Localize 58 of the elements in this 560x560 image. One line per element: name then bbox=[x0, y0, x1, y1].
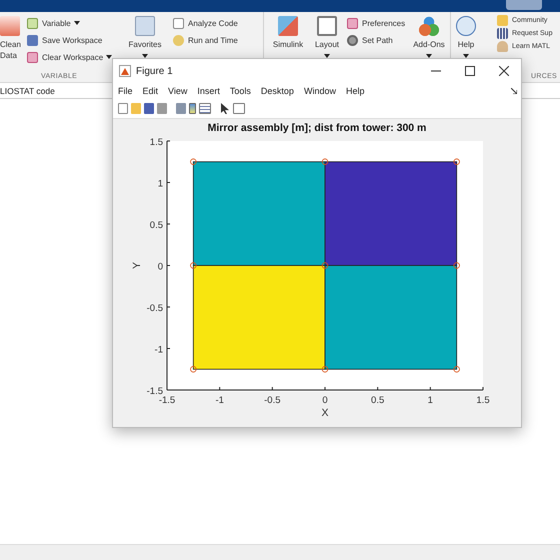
corner-marker bbox=[190, 262, 197, 269]
chart-title: Mirror assembly [m]; dist from tower: 300 m bbox=[208, 122, 426, 134]
dock-arrow-icon[interactable] bbox=[511, 88, 517, 94]
tick-label: -1 bbox=[154, 344, 163, 356]
menu-item[interactable]: Help bbox=[346, 86, 364, 96]
menu-item[interactable]: File bbox=[118, 86, 133, 96]
corner-marker bbox=[322, 366, 328, 372]
menu-item[interactable]: Edit bbox=[142, 86, 158, 96]
ribbon-button[interactable]: Clear Workspace bbox=[42, 52, 104, 62]
legend-icon[interactable] bbox=[199, 103, 211, 114]
tick-label: -1.5 bbox=[158, 395, 176, 406]
menu-item[interactable]: Window bbox=[304, 86, 336, 96]
ribbon-button[interactable]: Simulink bbox=[272, 16, 304, 50]
tick-label: 0.5 bbox=[371, 395, 384, 406]
corner-marker bbox=[322, 158, 328, 165]
axis-label: X bbox=[322, 407, 328, 419]
corner-marker bbox=[190, 366, 197, 372]
caret-icon[interactable] bbox=[74, 21, 80, 25]
ribbon-button[interactable]: Favorites bbox=[128, 16, 162, 50]
ribbon-button[interactable]: Help bbox=[456, 16, 476, 50]
colorbar-icon[interactable] bbox=[189, 103, 196, 114]
address-bar[interactable]: LIOSTAT code bbox=[0, 83, 110, 98]
ribbon-button[interactable]: Preferences bbox=[362, 18, 406, 28]
ribbon-button[interactable]: Variable bbox=[42, 18, 71, 28]
window-title: Figure 1 bbox=[136, 66, 174, 76]
ribbon-button[interactable]: Analyze Code bbox=[188, 18, 238, 28]
ribbon-button[interactable]: Add-Ons bbox=[413, 16, 445, 50]
grid-icon bbox=[497, 28, 508, 38]
axis-label: Y bbox=[131, 262, 143, 269]
menu-item[interactable]: Tools bbox=[230, 86, 251, 96]
tick-label: -1 bbox=[215, 395, 224, 406]
close-icon[interactable] bbox=[499, 66, 509, 76]
tick-label: 1.5 bbox=[476, 395, 490, 406]
tick-label: -0.5 bbox=[146, 303, 163, 314]
tick-label: 1 bbox=[158, 178, 163, 190]
menu-item[interactable]: Insert bbox=[197, 86, 220, 96]
ribbon-button[interactable]: Set Path bbox=[362, 36, 393, 44]
tick-label: 1.5 bbox=[150, 137, 163, 148]
ribbon-button[interactable]: Layout bbox=[314, 16, 340, 50]
tick-label: -1.5 bbox=[146, 386, 163, 397]
corner-marker bbox=[453, 262, 460, 269]
tick-label: 0.5 bbox=[150, 220, 163, 231]
ribbon-button[interactable]: Save Workspace bbox=[42, 36, 102, 44]
corner-marker bbox=[190, 158, 197, 165]
maximize-icon[interactable] bbox=[465, 66, 475, 76]
menu-item[interactable]: Desktop bbox=[260, 86, 294, 96]
tick-label: -0.5 bbox=[264, 395, 281, 406]
tick-label: 1 bbox=[428, 395, 433, 406]
corner-marker bbox=[453, 158, 460, 165]
layout-icon bbox=[317, 16, 337, 36]
corner-marker bbox=[453, 366, 460, 372]
menu-item[interactable]: View bbox=[168, 86, 188, 96]
pointer-icon[interactable] bbox=[220, 103, 230, 114]
corner-marker bbox=[322, 262, 328, 269]
ribbon-button[interactable]: Clean Data bbox=[0, 16, 24, 61]
tick-label: 0 bbox=[322, 395, 328, 406]
tick-label: 0 bbox=[158, 262, 163, 272]
ribbon-button[interactable]: Run and Time bbox=[188, 36, 238, 44]
